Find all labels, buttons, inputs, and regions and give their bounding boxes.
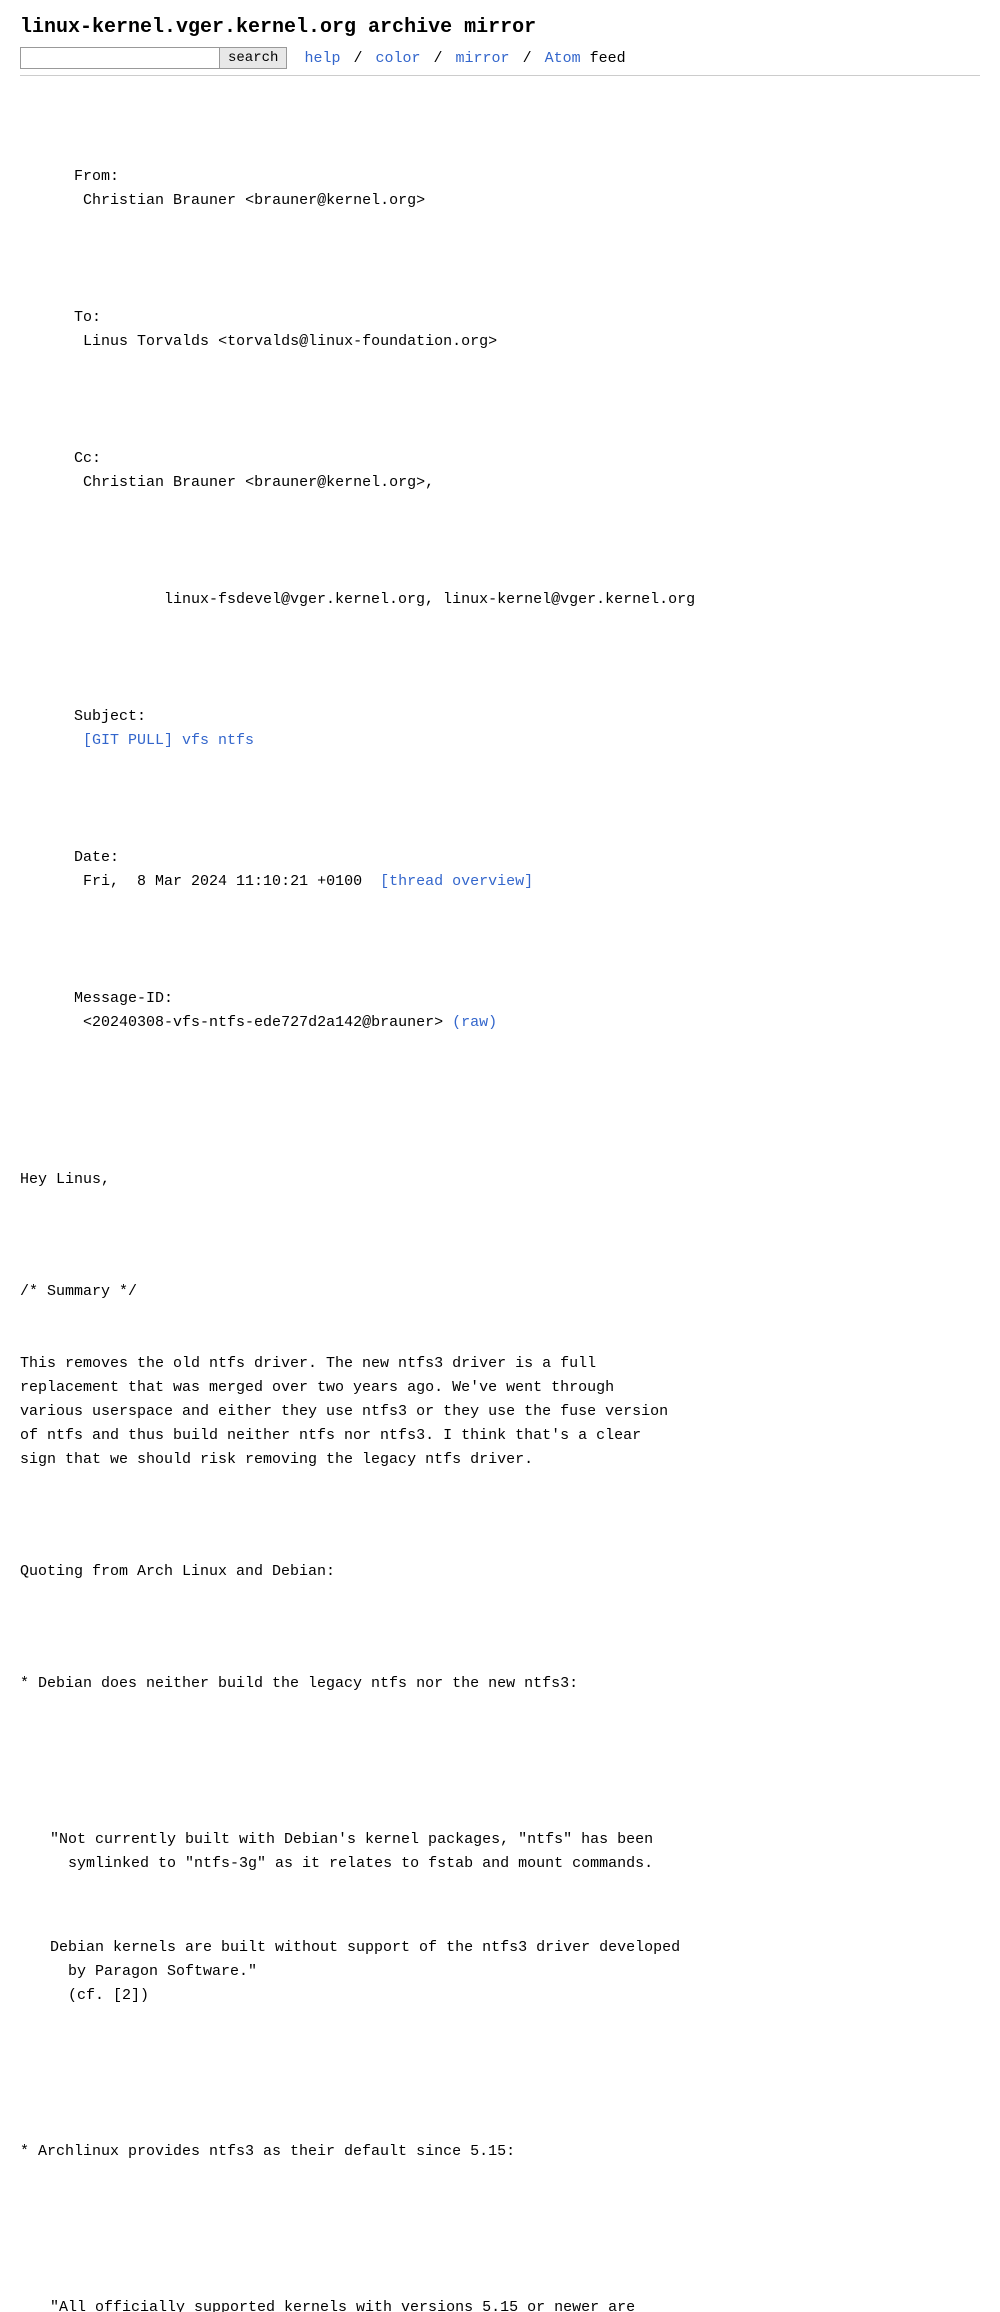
messageid-line: Message-ID: <20240308-vfs-ntfs-ede727d2a… — [20, 963, 980, 1059]
nav-feed-label: feed — [590, 50, 626, 67]
arch-bullet: * Archlinux provides ntfs3 as their defa… — [20, 2140, 980, 2164]
para1: This removes the old ntfs driver. The ne… — [20, 1352, 980, 1472]
page-title: linux-kernel.vger.kernel.org archive mir… — [20, 16, 980, 39]
from-value: Christian Brauner <brauner@kernel.org> — [74, 192, 425, 209]
debian-quote1-block: "Not currently built with Debian's kerne… — [50, 1780, 980, 2056]
nav-link-help[interactable]: help — [304, 50, 340, 67]
from-label: From: — [74, 168, 119, 185]
debian-quote2: Debian kernels are built without support… — [50, 1936, 980, 2008]
nav-link-color[interactable]: color — [375, 50, 420, 67]
arch-quote-block: "All officially supported kernels with v… — [50, 2248, 980, 2312]
to-line: To: Linus Torvalds <torvalds@linux-found… — [20, 282, 980, 378]
subject-label: Subject: — [74, 708, 146, 725]
nav-links: help / color / mirror / Atom feed — [295, 50, 625, 67]
email-headers: From: Christian Brauner <brauner@kernel.… — [20, 96, 980, 1104]
subject-line: Subject: [GIT PULL] vfs ntfs — [20, 681, 980, 777]
date-line: Date: Fri, 8 Mar 2024 11:10:21 +0100 [th… — [20, 822, 980, 918]
search-container: search — [20, 47, 287, 69]
debian-bullet: * Debian does neither build the legacy n… — [20, 1672, 980, 1696]
date-label: Date: — [74, 849, 119, 866]
search-input[interactable] — [20, 47, 220, 69]
nav-divider-3: / — [523, 50, 541, 67]
nav-divider-1: / — [353, 50, 371, 67]
cc-extra-line: linux-fsdevel@vger.kernel.org, linux-ker… — [20, 564, 980, 636]
page-container: linux-kernel.vger.kernel.org archive mir… — [0, 0, 1000, 2312]
thread-overview-link[interactable]: [thread overview] — [380, 873, 533, 890]
cc-line: Cc: Christian Brauner <brauner@kernel.or… — [20, 423, 980, 519]
arch-quote: "All officially supported kernels with v… — [50, 2296, 980, 2312]
subject-value: [GIT PULL] vfs ntfs — [74, 732, 254, 749]
greeting: Hey Linus, — [20, 1168, 980, 1192]
cc-label: Cc: — [74, 450, 101, 467]
date-value: Fri, 8 Mar 2024 11:10:21 +0100 [thread o… — [74, 873, 533, 890]
from-line: From: Christian Brauner <brauner@kernel.… — [20, 141, 980, 237]
summary-header: /* Summary */ — [20, 1280, 980, 1304]
messageid-label: Message-ID: — [74, 990, 173, 1007]
subject-link[interactable]: [GIT PULL] vfs ntfs — [83, 732, 254, 749]
nav-link-atom[interactable]: Atom — [545, 50, 581, 67]
search-button[interactable]: search — [220, 47, 287, 69]
debian-quote1: "Not currently built with Debian's kerne… — [50, 1828, 980, 1876]
nav-divider-2: / — [434, 50, 452, 67]
nav-link-mirror[interactable]: mirror — [456, 50, 510, 67]
raw-link[interactable]: (raw) — [452, 1014, 497, 1031]
cc-value: Christian Brauner <brauner@kernel.org>, — [74, 474, 434, 491]
messageid-value: <20240308-vfs-ntfs-ede727d2a142@brauner>… — [74, 1014, 497, 1031]
nav-bar: search help / color / mirror / Atom feed — [20, 47, 980, 76]
to-value: Linus Torvalds <torvalds@linux-foundatio… — [74, 333, 497, 350]
to-label: To: — [74, 309, 101, 326]
email-body: Hey Linus, /* Summary */ This removes th… — [20, 1120, 980, 2312]
quoting-line: Quoting from Arch Linux and Debian: — [20, 1560, 980, 1584]
